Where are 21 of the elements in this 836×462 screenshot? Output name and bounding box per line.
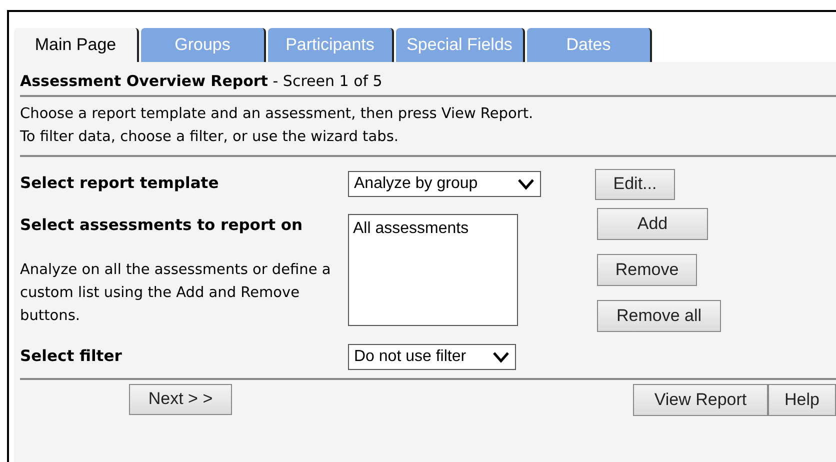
field-label: Select assessments to report on bbox=[20, 214, 304, 236]
report-title: Assessment Overview Report - Screen 1 of 5 bbox=[20, 70, 836, 96]
action-button[interactable]: Remove bbox=[597, 254, 697, 286]
help-text: Analyze on all the assessments or define a custom list using the Add and Remove buttons. bbox=[20, 260, 332, 326]
filter-dropdown[interactable]: Do not use filter bbox=[348, 344, 516, 370]
next-button[interactable]: Next > > bbox=[129, 384, 232, 414]
instruction-text: Choose a report template and an assessment, then press View Report. bbox=[20, 104, 534, 124]
instruction-text: To filter data, choose a filter, or use the wizard tabs. bbox=[20, 128, 400, 146]
chevron-down-icon bbox=[492, 350, 510, 362]
action-button[interactable]: Add bbox=[597, 208, 708, 240]
edit-button[interactable]: Edit... bbox=[595, 168, 675, 200]
action-button[interactable]: Remove all bbox=[597, 300, 721, 332]
assessment-listbox[interactable]: All assessments bbox=[348, 214, 518, 326]
chevron-down-icon bbox=[517, 178, 535, 190]
template-dropdown[interactable]: Analyze by group bbox=[348, 171, 541, 197]
field-label: Select report template bbox=[20, 173, 220, 194]
action-button[interactable]: Help bbox=[768, 384, 836, 416]
tab[interactable]: Main Page bbox=[14, 28, 139, 62]
action-button[interactable]: View Report bbox=[633, 384, 768, 416]
list-item[interactable]: All assessments bbox=[353, 216, 513, 240]
field-label: Select filter bbox=[20, 346, 123, 367]
